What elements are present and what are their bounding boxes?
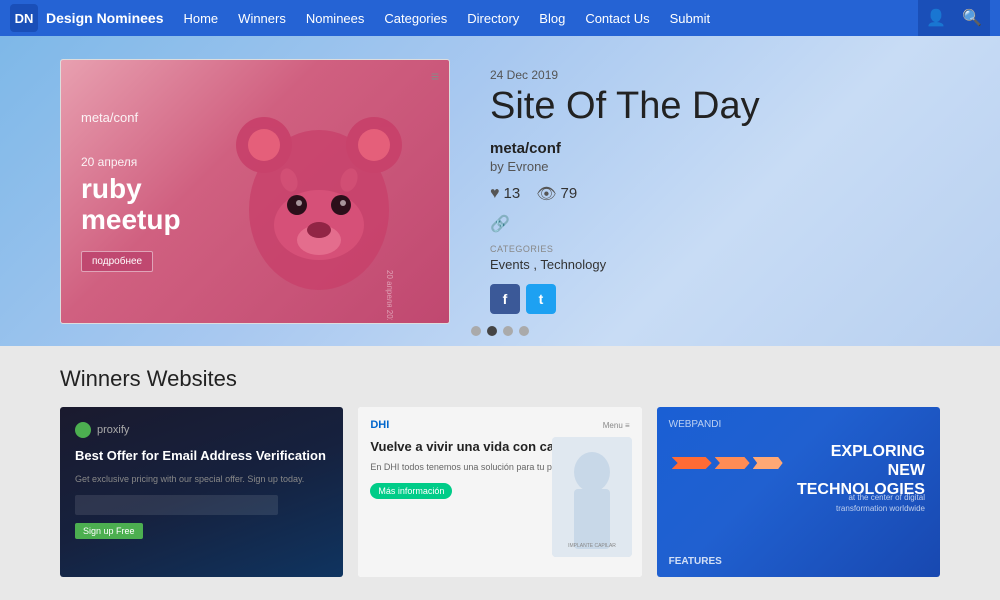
logo-text: Design Nominees [46, 10, 163, 26]
header-icons: 👤 🔍 [918, 0, 990, 36]
eye-icon: 👁 [536, 184, 556, 204]
svg-text:IMPLANTE CAPILAR: IMPLANTE CAPILAR [568, 543, 616, 549]
arrow-2 [715, 457, 750, 469]
hero-menu-icon: ≡ [431, 68, 439, 84]
user-icon: 👤 [926, 8, 946, 28]
card-1-btn[interactable]: Sign up Free [75, 523, 143, 539]
card-1-logo-icon [75, 422, 91, 438]
dot-1[interactable] [471, 326, 481, 336]
card-1-logo: proxify [75, 422, 328, 438]
views-count: 79 [561, 185, 578, 202]
user-icon-button[interactable]: 👤 [918, 0, 954, 36]
hero-image-site-name: meta/conf [81, 110, 181, 125]
card-1-logo-text: proxify [97, 424, 129, 436]
winner-card-3[interactable]: WEBPANDI EXPLORINGNEWTECHNOLOGIES at the… [657, 407, 940, 577]
card-2-image: IMPLANTE CAPILAR [552, 437, 632, 557]
card-1-headline: Best Offer for Email Address Verificatio… [75, 448, 328, 465]
card-3-headline: EXPLORINGNEWTECHNOLOGIES [797, 442, 925, 500]
search-icon: 🔍 [962, 8, 982, 28]
search-icon-button[interactable]: 🔍 [954, 0, 990, 36]
dot-2[interactable] [487, 326, 497, 336]
card-3-sub: at the center of digital transformation … [805, 492, 925, 514]
card-2-header: DHI Menu ≡ [370, 419, 629, 431]
card-3-bottom: FEATURES [669, 556, 928, 567]
logo-block[interactable]: DN Design Nominees [10, 4, 163, 32]
nav-item-winners[interactable]: Winners [228, 0, 296, 36]
nav-item-home[interactable]: Home [173, 0, 228, 36]
card-1-sub: Get exclusive pricing with our special o… [75, 473, 328, 486]
winners-section: Winners Websites proxify Best Offer for … [0, 346, 1000, 600]
card-3-label: FEATURES [669, 556, 722, 567]
card-3-arrows [672, 457, 783, 469]
link-icon[interactable]: 🔗 [490, 214, 940, 234]
nav-item-nominees[interactable]: Nominees [296, 0, 375, 36]
hero-site-name: meta/conf [490, 140, 940, 157]
twitter-button[interactable]: t [526, 284, 556, 314]
nav-item-categories[interactable]: Categories [374, 0, 457, 36]
hero-info: 24 Dec 2019 Site Of The Day meta/conf by… [490, 68, 940, 314]
arrow-3 [753, 457, 783, 469]
hero-author: by Evrone [490, 159, 940, 174]
hero-social: f t [490, 284, 940, 314]
card-1-inner: proxify Best Offer for Email Address Ver… [60, 407, 343, 577]
views-stat: 👁 79 [536, 184, 577, 204]
winner-card-2[interactable]: DHI Menu ≡ Vuelve a vivir una vida con c… [358, 407, 641, 577]
likes-stat: ♥ 13 [490, 185, 520, 203]
hero-stats: ♥ 13 👁 79 [490, 184, 940, 204]
hero-image-more-button[interactable]: подробнее [81, 251, 153, 272]
hero-image-date: 20 апреля [81, 155, 181, 169]
nav-item-submit[interactable]: Submit [660, 0, 720, 36]
main-nav: HomeWinnersNomineesCategoriesDirectoryBl… [173, 0, 918, 36]
nav-item-directory[interactable]: Directory [457, 0, 529, 36]
header: DN Design Nominees HomeWinnersNomineesCa… [0, 0, 1000, 36]
winners-grid: proxify Best Offer for Email Address Ver… [60, 407, 940, 577]
card-2-logo: DHI [370, 419, 389, 431]
card-2-nav: Menu ≡ [603, 421, 630, 430]
winners-title: Winners Websites [60, 366, 940, 392]
hero-image-text: meta/conf 20 апреля ruby meetup подробне… [81, 110, 181, 272]
dot-3[interactable] [503, 326, 513, 336]
logo-icon: DN [10, 4, 38, 32]
hero-image-title: ruby meetup [81, 174, 181, 236]
card-1-form [75, 495, 278, 515]
facebook-button[interactable]: f [490, 284, 520, 314]
nav-item-blog[interactable]: Blog [529, 0, 575, 36]
hero-section: ≡ meta/conf 20 апреля ruby meetup подроб… [0, 36, 1000, 346]
hero-title: Site Of The Day [490, 86, 940, 128]
card-3-header: WEBPANDI [669, 419, 928, 430]
hero-image-container[interactable]: ≡ meta/conf 20 апреля ruby meetup подроб… [60, 59, 450, 324]
hero-date: 24 Dec 2019 [490, 68, 940, 82]
bear-graphic: 20 апреля 2019 | Evrone [219, 70, 419, 320]
winner-card-1[interactable]: proxify Best Offer for Email Address Ver… [60, 407, 343, 577]
svg-text:20 апреля 2019 | Evrone: 20 апреля 2019 | Evrone [385, 270, 394, 320]
arrow-1 [672, 457, 712, 469]
hero-categories: Events , Technology [490, 257, 940, 272]
categories-label: CATEGORIES [490, 244, 940, 254]
card-3-inner: WEBPANDI EXPLORINGNEWTECHNOLOGIES at the… [657, 407, 940, 577]
hero-image-inner: ≡ meta/conf 20 апреля ruby meetup подроб… [61, 60, 449, 323]
card-2-inner: DHI Menu ≡ Vuelve a vivir una vida con c… [358, 407, 641, 577]
dot-4[interactable] [519, 326, 529, 336]
nav-item-contact[interactable]: Contact Us [575, 0, 659, 36]
heart-icon: ♥ [490, 185, 500, 203]
carousel-dots [471, 326, 529, 336]
card-2-btn[interactable]: Más información [370, 483, 452, 499]
likes-count: 13 [504, 185, 521, 202]
